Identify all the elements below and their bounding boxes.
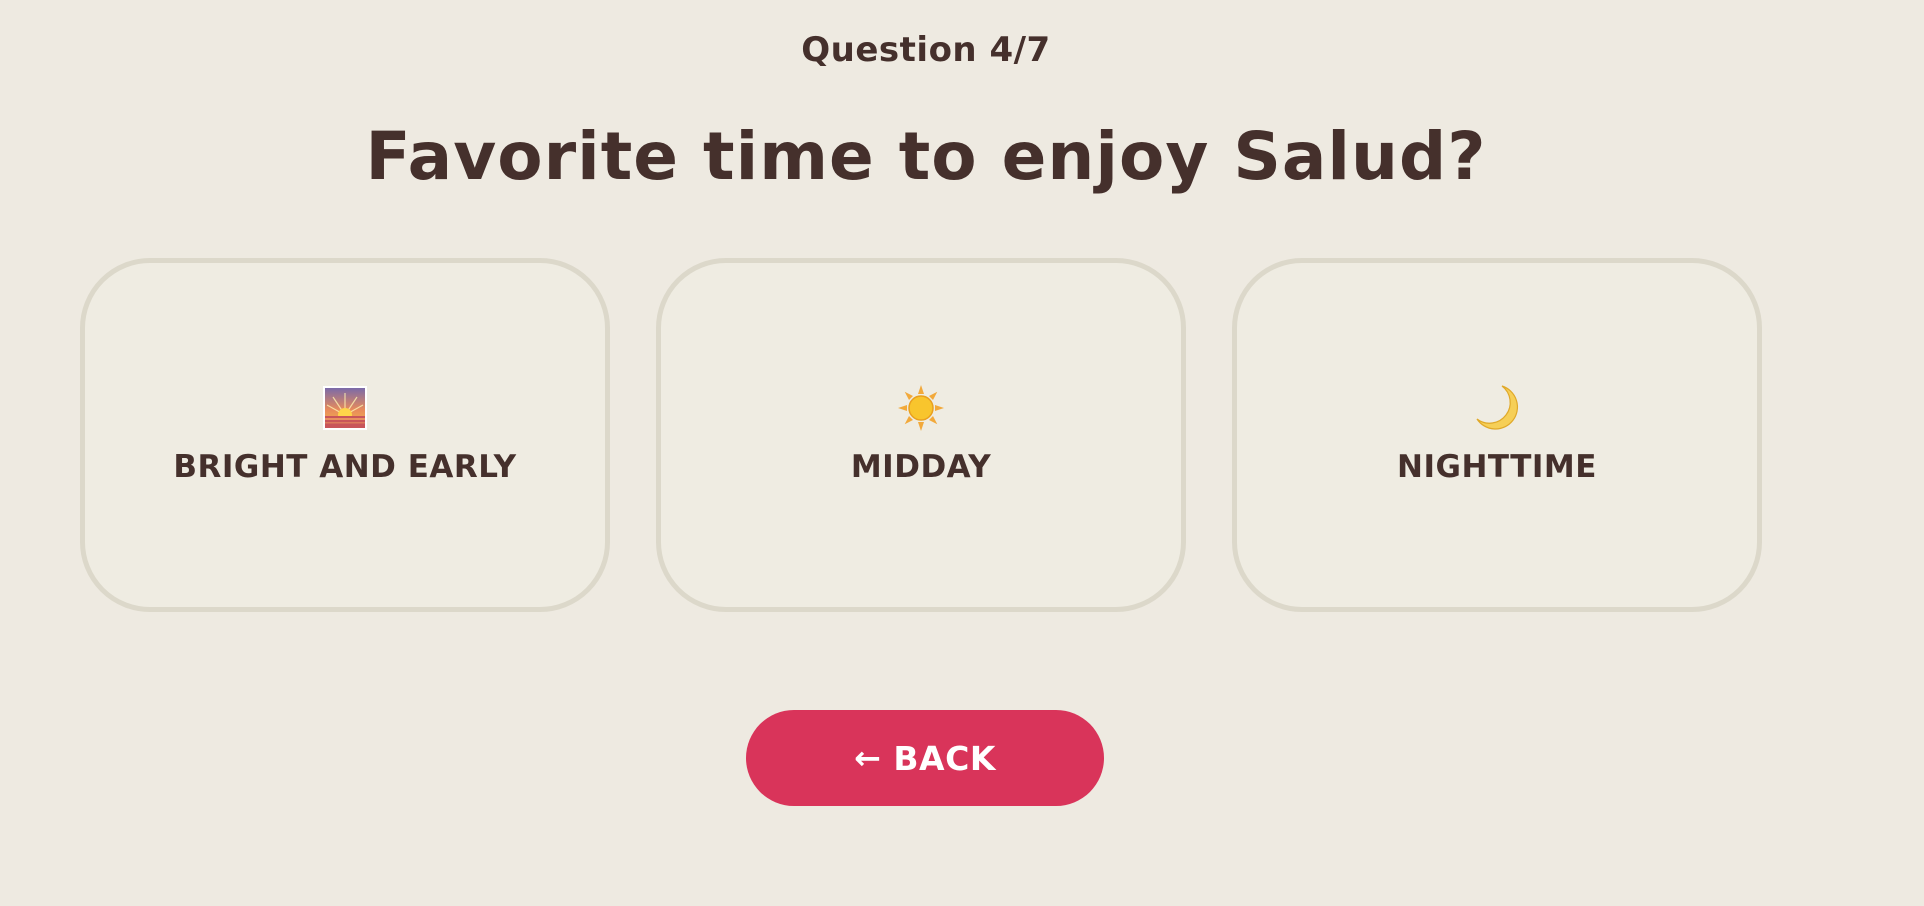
option-nighttime[interactable]: NIGHTTIME — [1232, 258, 1762, 612]
crescent-moon-icon — [1472, 383, 1522, 433]
arrow-left-icon: ← — [854, 739, 882, 777]
option-bright-and-early[interactable]: BRIGHT AND EARLY — [80, 258, 610, 612]
sun-icon — [896, 383, 946, 433]
sunrise-icon — [320, 383, 370, 433]
option-midday[interactable]: MIDDAY — [656, 258, 1186, 612]
question-title: Favorite time to enjoy Salud? — [365, 118, 1487, 195]
back-button-label: BACK — [893, 738, 996, 778]
back-button[interactable]: ← BACK — [746, 710, 1104, 806]
option-label: MIDDAY — [850, 449, 992, 485]
answer-options: BRIGHT AND EARLY MIDDAY NIGHTTIME — [80, 258, 1762, 612]
option-label: BRIGHT AND EARLY — [173, 449, 517, 485]
progress-label: Question 4/7 — [801, 30, 1051, 70]
option-label: NIGHTTIME — [1397, 449, 1597, 485]
